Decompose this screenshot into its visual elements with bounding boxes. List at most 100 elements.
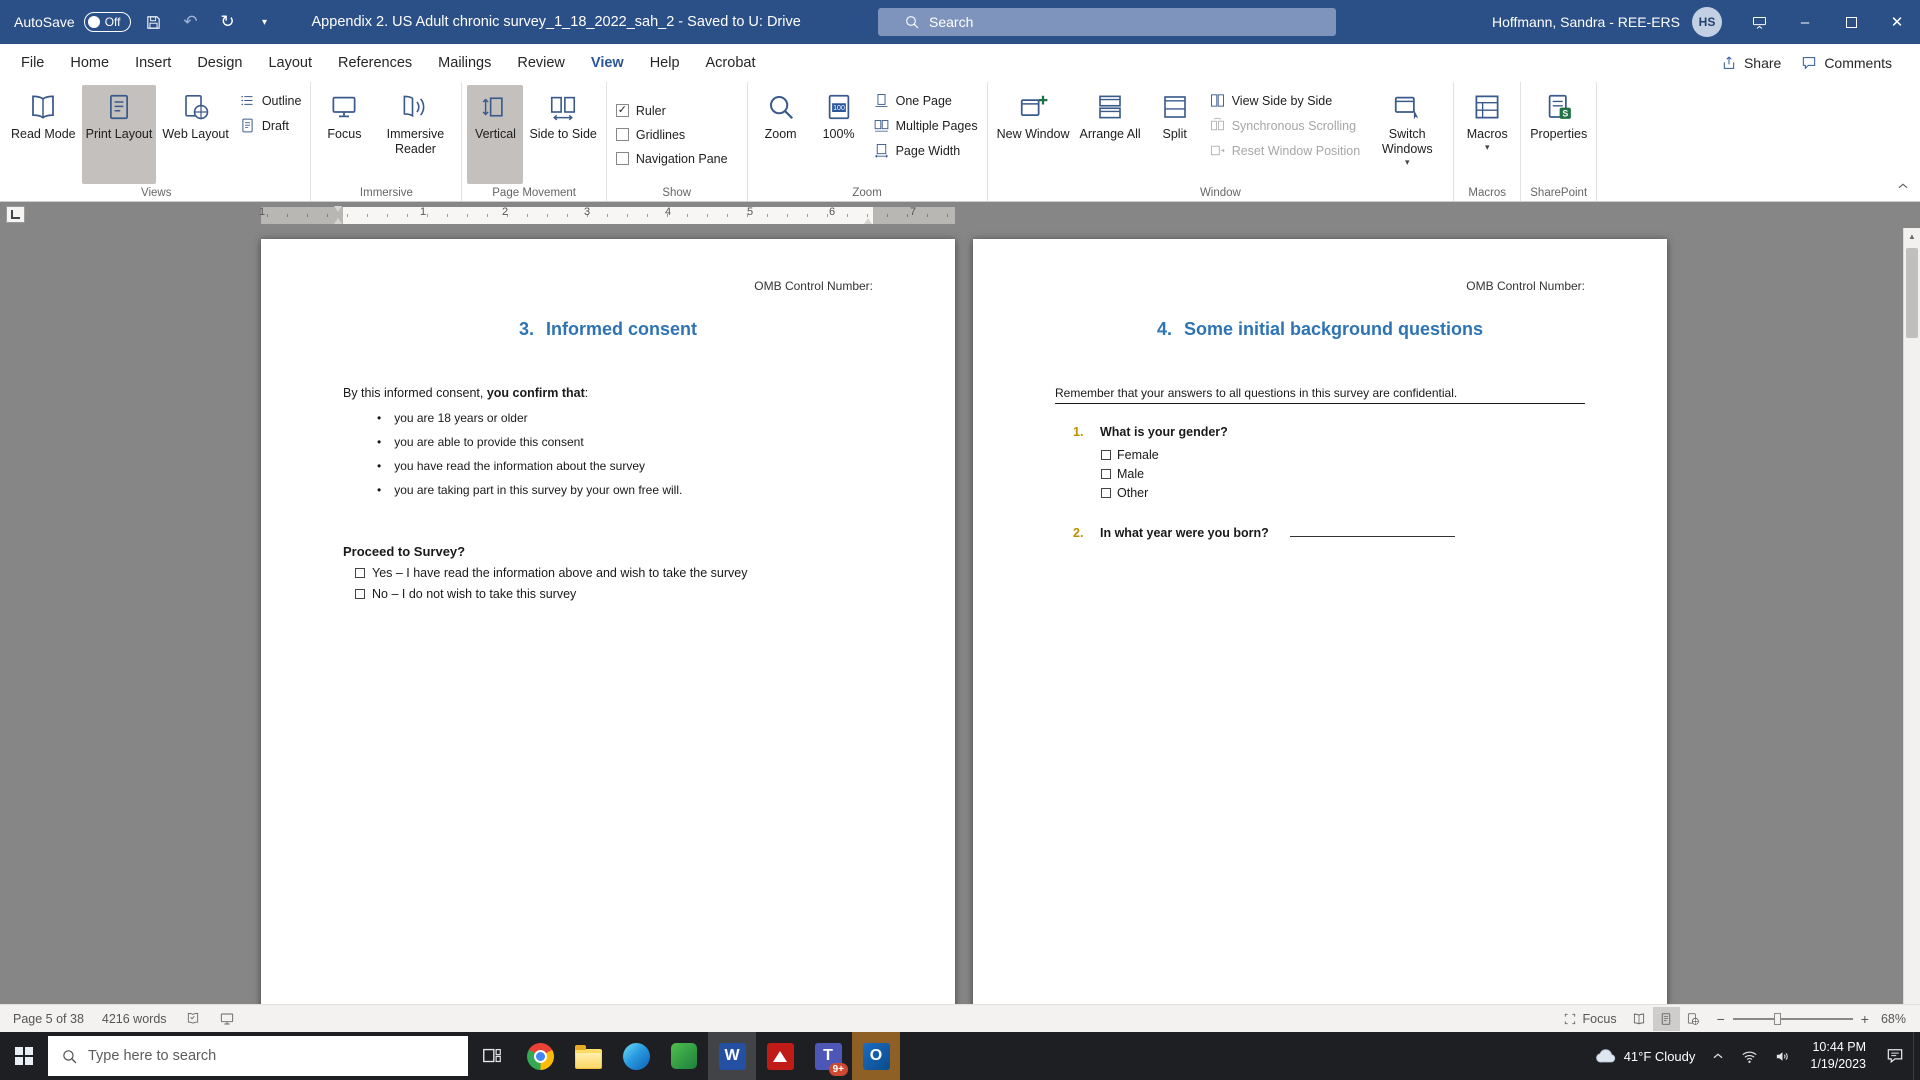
redo-button[interactable]: ↻: [214, 7, 242, 37]
taskbar-chrome[interactable]: [516, 1032, 564, 1080]
outline-button[interactable]: Outline: [239, 92, 302, 109]
task-view-button[interactable]: [468, 1032, 516, 1080]
vertical-button[interactable]: Vertical: [467, 85, 523, 184]
undo-button[interactable]: ↶: [177, 7, 205, 37]
tab-home[interactable]: Home: [57, 49, 122, 77]
network-button[interactable]: [1733, 1032, 1766, 1080]
side-to-side-button[interactable]: Side to Side: [525, 85, 600, 184]
zoom-100-button[interactable]: 100%: [811, 85, 867, 184]
print-layout-button[interactable]: Print Layout: [82, 85, 157, 184]
ruler-checkbox[interactable]: ✓ Ruler: [616, 104, 728, 118]
hanging-indent-marker[interactable]: [334, 214, 342, 224]
ribbon-display-options-button[interactable]: [1736, 0, 1782, 44]
zoom-in-button[interactable]: +: [1861, 1011, 1869, 1027]
arrange-all-button[interactable]: Arrange All: [1076, 85, 1145, 184]
right-indent-marker[interactable]: [864, 214, 872, 224]
scrollbar-thumb[interactable]: [1906, 248, 1918, 338]
titlebar-search-box[interactable]: Search: [878, 8, 1336, 36]
taskbar-outlook[interactable]: O: [852, 1032, 900, 1080]
taskbar-word[interactable]: W: [708, 1032, 756, 1080]
user-avatar[interactable]: HS: [1692, 7, 1722, 37]
tab-insert[interactable]: Insert: [122, 49, 184, 77]
macros-button[interactable]: Macros ▾: [1459, 85, 1515, 184]
zoom-slider-thumb[interactable]: [1774, 1013, 1781, 1025]
question-2-number: 2.: [1073, 526, 1087, 540]
document-page-1[interactable]: OMB Control Number: 3.Informed consent B…: [261, 239, 955, 1004]
autosave-toggle[interactable]: Off: [84, 12, 131, 32]
weather-widget[interactable]: 41°F Cloudy: [1587, 1032, 1704, 1080]
horizontal-ruler[interactable]: 1 1 2 3 4 5 6 7: [0, 202, 1920, 228]
page-indicator[interactable]: Page 5 of 38: [4, 1005, 93, 1032]
customize-quick-access-toolbar-button[interactable]: ▾: [251, 7, 279, 37]
section-heading-number: 3.: [519, 319, 534, 339]
tab-references[interactable]: References: [325, 49, 425, 77]
share-button[interactable]: Share: [1721, 55, 1781, 71]
tab-file[interactable]: File: [8, 49, 57, 77]
taskbar-search-input[interactable]: [88, 1048, 455, 1064]
one-page-button[interactable]: One Page: [873, 92, 978, 109]
taskbar-search-box[interactable]: [48, 1036, 468, 1076]
tab-help[interactable]: Help: [637, 49, 693, 77]
taskbar-acrobat[interactable]: [756, 1032, 804, 1080]
multiple-pages-button[interactable]: Multiple Pages: [873, 117, 978, 134]
tab-acrobat[interactable]: Acrobat: [693, 49, 769, 77]
properties-button[interactable]: Properties: [1526, 85, 1591, 184]
comments-button[interactable]: Comments: [1801, 55, 1892, 71]
proofing-errors-button[interactable]: [176, 1005, 210, 1032]
close-button[interactable]: ✕: [1874, 0, 1920, 44]
web-layout-button[interactable]: Web Layout: [158, 85, 232, 184]
hidden-icons-button[interactable]: [1703, 1032, 1733, 1080]
print-layout-view-button[interactable]: [1653, 1007, 1680, 1031]
tab-layout[interactable]: Layout: [255, 49, 325, 77]
taskbar-file-explorer[interactable]: [564, 1032, 612, 1080]
focus-button[interactable]: Focus: [316, 85, 372, 184]
weather-text: 41°F Cloudy: [1624, 1049, 1696, 1064]
word-count[interactable]: 4216 words: [93, 1005, 176, 1032]
web-layout-view-button[interactable]: [1680, 1007, 1707, 1031]
zoom-slider-track[interactable]: [1733, 1018, 1853, 1020]
save-button[interactable]: [140, 7, 168, 37]
minimize-button[interactable]: –: [1782, 0, 1828, 44]
ribbon-group-macros: Macros ▾ Macros: [1454, 82, 1521, 201]
tab-stop-selector[interactable]: [6, 206, 25, 223]
accessibility-checker-button[interactable]: [210, 1005, 244, 1032]
focus-mode-button[interactable]: Focus: [1554, 1005, 1626, 1032]
show-desktop-button[interactable]: [1913, 1032, 1920, 1080]
gridlines-checkbox[interactable]: Gridlines: [616, 128, 728, 142]
tab-design[interactable]: Design: [184, 49, 255, 77]
split-button[interactable]: Split: [1147, 85, 1203, 184]
ribbon-group-window: New Window Arrange All Split View Side b…: [988, 82, 1455, 201]
maximize-button[interactable]: [1828, 0, 1874, 44]
zoom-percentage[interactable]: 68%: [1881, 1012, 1906, 1026]
read-mode-button[interactable]: Read Mode: [7, 85, 80, 184]
zoom-button[interactable]: Zoom: [753, 85, 809, 184]
read-mode-view-icon: [1632, 1012, 1646, 1026]
draft-button[interactable]: Draft: [239, 117, 302, 134]
switch-windows-button[interactable]: Switch Windows ▾: [1366, 85, 1448, 184]
collapse-ribbon-button[interactable]: [1896, 179, 1910, 196]
page-width-button[interactable]: Page Width: [873, 142, 978, 159]
document-title: Appendix 2. US Adult chronic survey_1_18…: [312, 14, 801, 30]
tab-review[interactable]: Review: [504, 49, 578, 77]
tab-mailings[interactable]: Mailings: [425, 49, 504, 77]
tab-view[interactable]: View: [578, 49, 637, 77]
immersive-reader-button[interactable]: Immersive Reader: [374, 85, 456, 184]
clock[interactable]: 10:44 PM 1/19/2023: [1799, 1032, 1877, 1080]
read-mode-view-button[interactable]: [1626, 1007, 1653, 1031]
taskbar-edge[interactable]: [612, 1032, 660, 1080]
document-page-2[interactable]: OMB Control Number: 4.Some initial backg…: [973, 239, 1667, 1004]
ruler-band[interactable]: [261, 207, 955, 224]
start-button[interactable]: [0, 1032, 48, 1080]
chrome-icon: [527, 1043, 554, 1070]
new-window-button[interactable]: New Window: [993, 85, 1074, 184]
view-side-by-side-button[interactable]: View Side by Side: [1209, 92, 1361, 109]
volume-button[interactable]: [1766, 1032, 1799, 1080]
scroll-up-button[interactable]: ▲: [1904, 228, 1920, 245]
navigation-pane-checkbox[interactable]: Navigation Pane: [616, 152, 728, 166]
taskbar-green-app[interactable]: [660, 1032, 708, 1080]
taskbar-teams[interactable]: T 9+: [804, 1032, 852, 1080]
edge-icon: [623, 1043, 650, 1070]
action-center-button[interactable]: [1877, 1032, 1913, 1080]
vertical-scrollbar[interactable]: ▲: [1903, 228, 1920, 1004]
zoom-out-button[interactable]: −: [1717, 1011, 1725, 1027]
